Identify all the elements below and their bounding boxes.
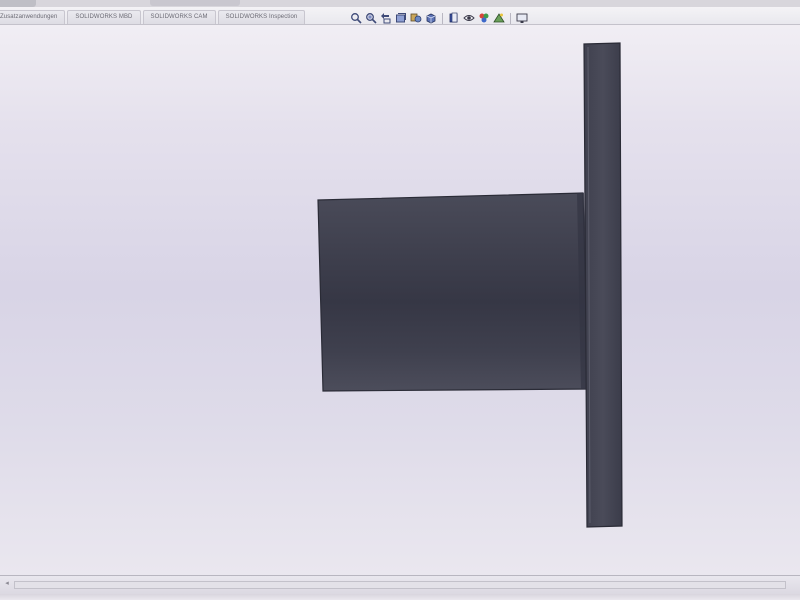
- horizontal-scrollbar[interactable]: [14, 581, 786, 589]
- view-orientation-icon[interactable]: [425, 12, 437, 24]
- edit-appearance-icon[interactable]: [478, 12, 490, 24]
- part-view: [317, 42, 623, 528]
- status-area: ◂: [0, 575, 800, 600]
- tab-solidworks-inspection[interactable]: SOLIDWORKS Inspection: [217, 10, 306, 24]
- display-style-icon[interactable]: [448, 12, 460, 24]
- dynamic-annotation-view-icon[interactable]: [410, 12, 422, 24]
- zoom-to-fit-icon[interactable]: [350, 12, 362, 24]
- tab-zusatzanwendungen[interactable]: Zusatzanwendungen: [0, 10, 66, 24]
- toolbar-separator: [510, 12, 511, 24]
- graphics-area[interactable]: [0, 25, 800, 575]
- toolbar-separator: [442, 12, 443, 24]
- hide-show-items-icon[interactable]: [463, 12, 475, 24]
- part-hub-body[interactable]: [317, 192, 589, 392]
- previous-view-icon[interactable]: [380, 12, 392, 24]
- section-view-icon[interactable]: [395, 12, 407, 24]
- command-manager-tabs: Zusatzanwendungen SOLIDWORKS MBD SOLIDWO…: [0, 10, 307, 24]
- apply-scene-icon[interactable]: [493, 12, 505, 24]
- tab-solidworks-mbd[interactable]: SOLIDWORKS MBD: [67, 10, 141, 24]
- document-name-chip: [150, 0, 240, 6]
- tab-solidworks-cam[interactable]: SOLIDWORKS CAM: [142, 10, 216, 24]
- menu-chip[interactable]: [0, 0, 36, 7]
- scroll-left-arrow-icon[interactable]: ◂: [2, 580, 12, 588]
- title-strip: [0, 0, 800, 7]
- view-settings-icon[interactable]: [516, 12, 528, 24]
- monitor-bezel-edge: [0, 594, 800, 600]
- zoom-to-area-icon[interactable]: [365, 12, 377, 24]
- solidworks-window: Zusatzanwendungen SOLIDWORKS MBD SOLIDWO…: [0, 0, 800, 600]
- command-manager-tabbar: Zusatzanwendungen SOLIDWORKS MBD SOLIDWO…: [0, 7, 800, 25]
